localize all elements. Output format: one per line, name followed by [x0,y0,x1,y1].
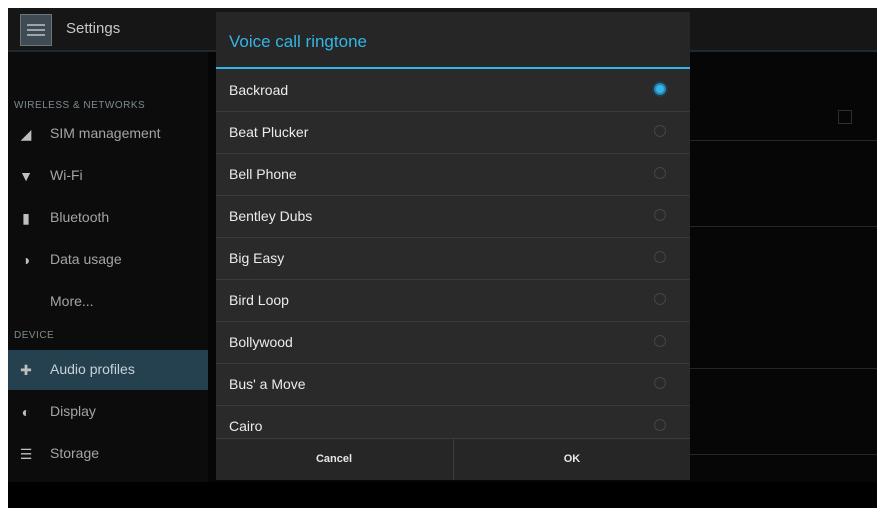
sidebar-item-bluetooth[interactable]: ▮ Bluetooth [8,198,208,238]
radio-button[interactable] [654,419,666,431]
divider [688,140,877,141]
divider [688,226,877,227]
radio-button[interactable] [654,125,666,137]
app-title: Settings [66,20,121,37]
storage-icon: ☰ [19,446,33,462]
ringtone-label: Big Easy [229,250,285,266]
section-header-wireless: WIRELESS & NETWORKS [14,100,146,111]
radio-button[interactable] [654,335,666,347]
sidebar-item-storage[interactable]: ☰ Storage [8,434,208,474]
sidebar-item-label: More... [50,293,94,309]
ringtone-option[interactable]: Bentley Dubs [216,195,690,238]
radio-button[interactable] [654,209,666,221]
ringtone-option[interactable]: Bell Phone [216,153,690,196]
ringtone-label: Backroad [229,82,289,98]
ringtone-option[interactable]: Backroad [216,69,690,112]
sidebar-item-wifi[interactable]: ▼ Wi-Fi [8,156,208,196]
ringtone-dialog: Voice call ringtone Backroad Beat Plucke… [216,12,690,480]
data-usage-icon: ◑ [21,252,31,268]
sidebar-item-label: Storage [50,445,100,461]
dialog-title: Voice call ringtone [229,32,367,51]
ringtone-option[interactable]: Big Easy [216,237,690,280]
sidebar-item-label: Display [50,403,96,419]
ringtone-option[interactable]: Bird Loop [216,279,690,322]
sidebar-item-display[interactable]: ◐ Display [8,392,208,432]
bluetooth-icon: ▮ [22,210,30,226]
sim-icon: ◢ [20,126,32,142]
divider [688,454,877,455]
wifi-icon: ▼ [19,168,33,184]
sidebar-item-label: Bluetooth [50,209,110,225]
ringtone-label: Bus' a Move [229,376,306,392]
ringtone-option[interactable]: Cairo [216,405,690,438]
ringtone-option[interactable]: Beat Plucker [216,111,690,154]
ringtone-label: Bird Loop [229,292,289,308]
radio-button[interactable] [654,167,666,179]
section-header-device: DEVICE [14,330,55,341]
ringtone-label: Bentley Dubs [229,208,313,224]
ringtone-label: Cairo [229,418,263,434]
display-icon: ◐ [21,404,31,420]
sidebar-item-label: SIM management [50,125,161,141]
ringtone-list[interactable]: Backroad Beat Plucker Bell Phone Bentley… [216,69,690,438]
ringtone-label: Bollywood [229,334,293,350]
cancel-button[interactable]: Cancel [216,439,452,480]
radio-button[interactable] [654,293,666,305]
dialog-header: Voice call ringtone [216,12,690,69]
sidebar-item-sim-management[interactable]: ◢ SIM management [8,114,208,154]
sidebar-item-data-usage[interactable]: ◑ Data usage [8,240,208,280]
radio-button[interactable] [654,377,666,389]
divider [688,368,877,369]
settings-icon[interactable] [20,14,52,46]
system-navigation-bar [8,482,877,508]
ringtone-option[interactable]: Bollywood [216,321,690,364]
detail-checkbox[interactable] [838,110,852,124]
audio-profiles-icon: ✚ [20,362,32,378]
sidebar-item-audio-profiles[interactable]: ✚ Audio profiles [8,350,208,390]
ringtone-option[interactable]: Bus' a Move [216,363,690,406]
ringtone-label: Bell Phone [229,166,297,182]
radio-button-selected[interactable] [654,83,666,95]
sidebar-item-label: Wi-Fi [50,167,83,183]
sidebar-item-more[interactable]: More... [8,282,208,322]
sidebar-item-label: Data usage [50,251,122,267]
radio-button[interactable] [654,251,666,263]
settings-sidebar: WIRELESS & NETWORKS ◢ SIM management ▼ W… [8,52,208,482]
ringtone-label: Beat Plucker [229,124,309,140]
dialog-button-bar: Cancel OK [216,438,690,480]
android-screen: Settings WIRELESS & NETWORKS ◢ SIM manag… [8,8,877,508]
ok-button[interactable]: OK [453,439,690,480]
sidebar-item-label: Audio profiles [50,361,135,377]
